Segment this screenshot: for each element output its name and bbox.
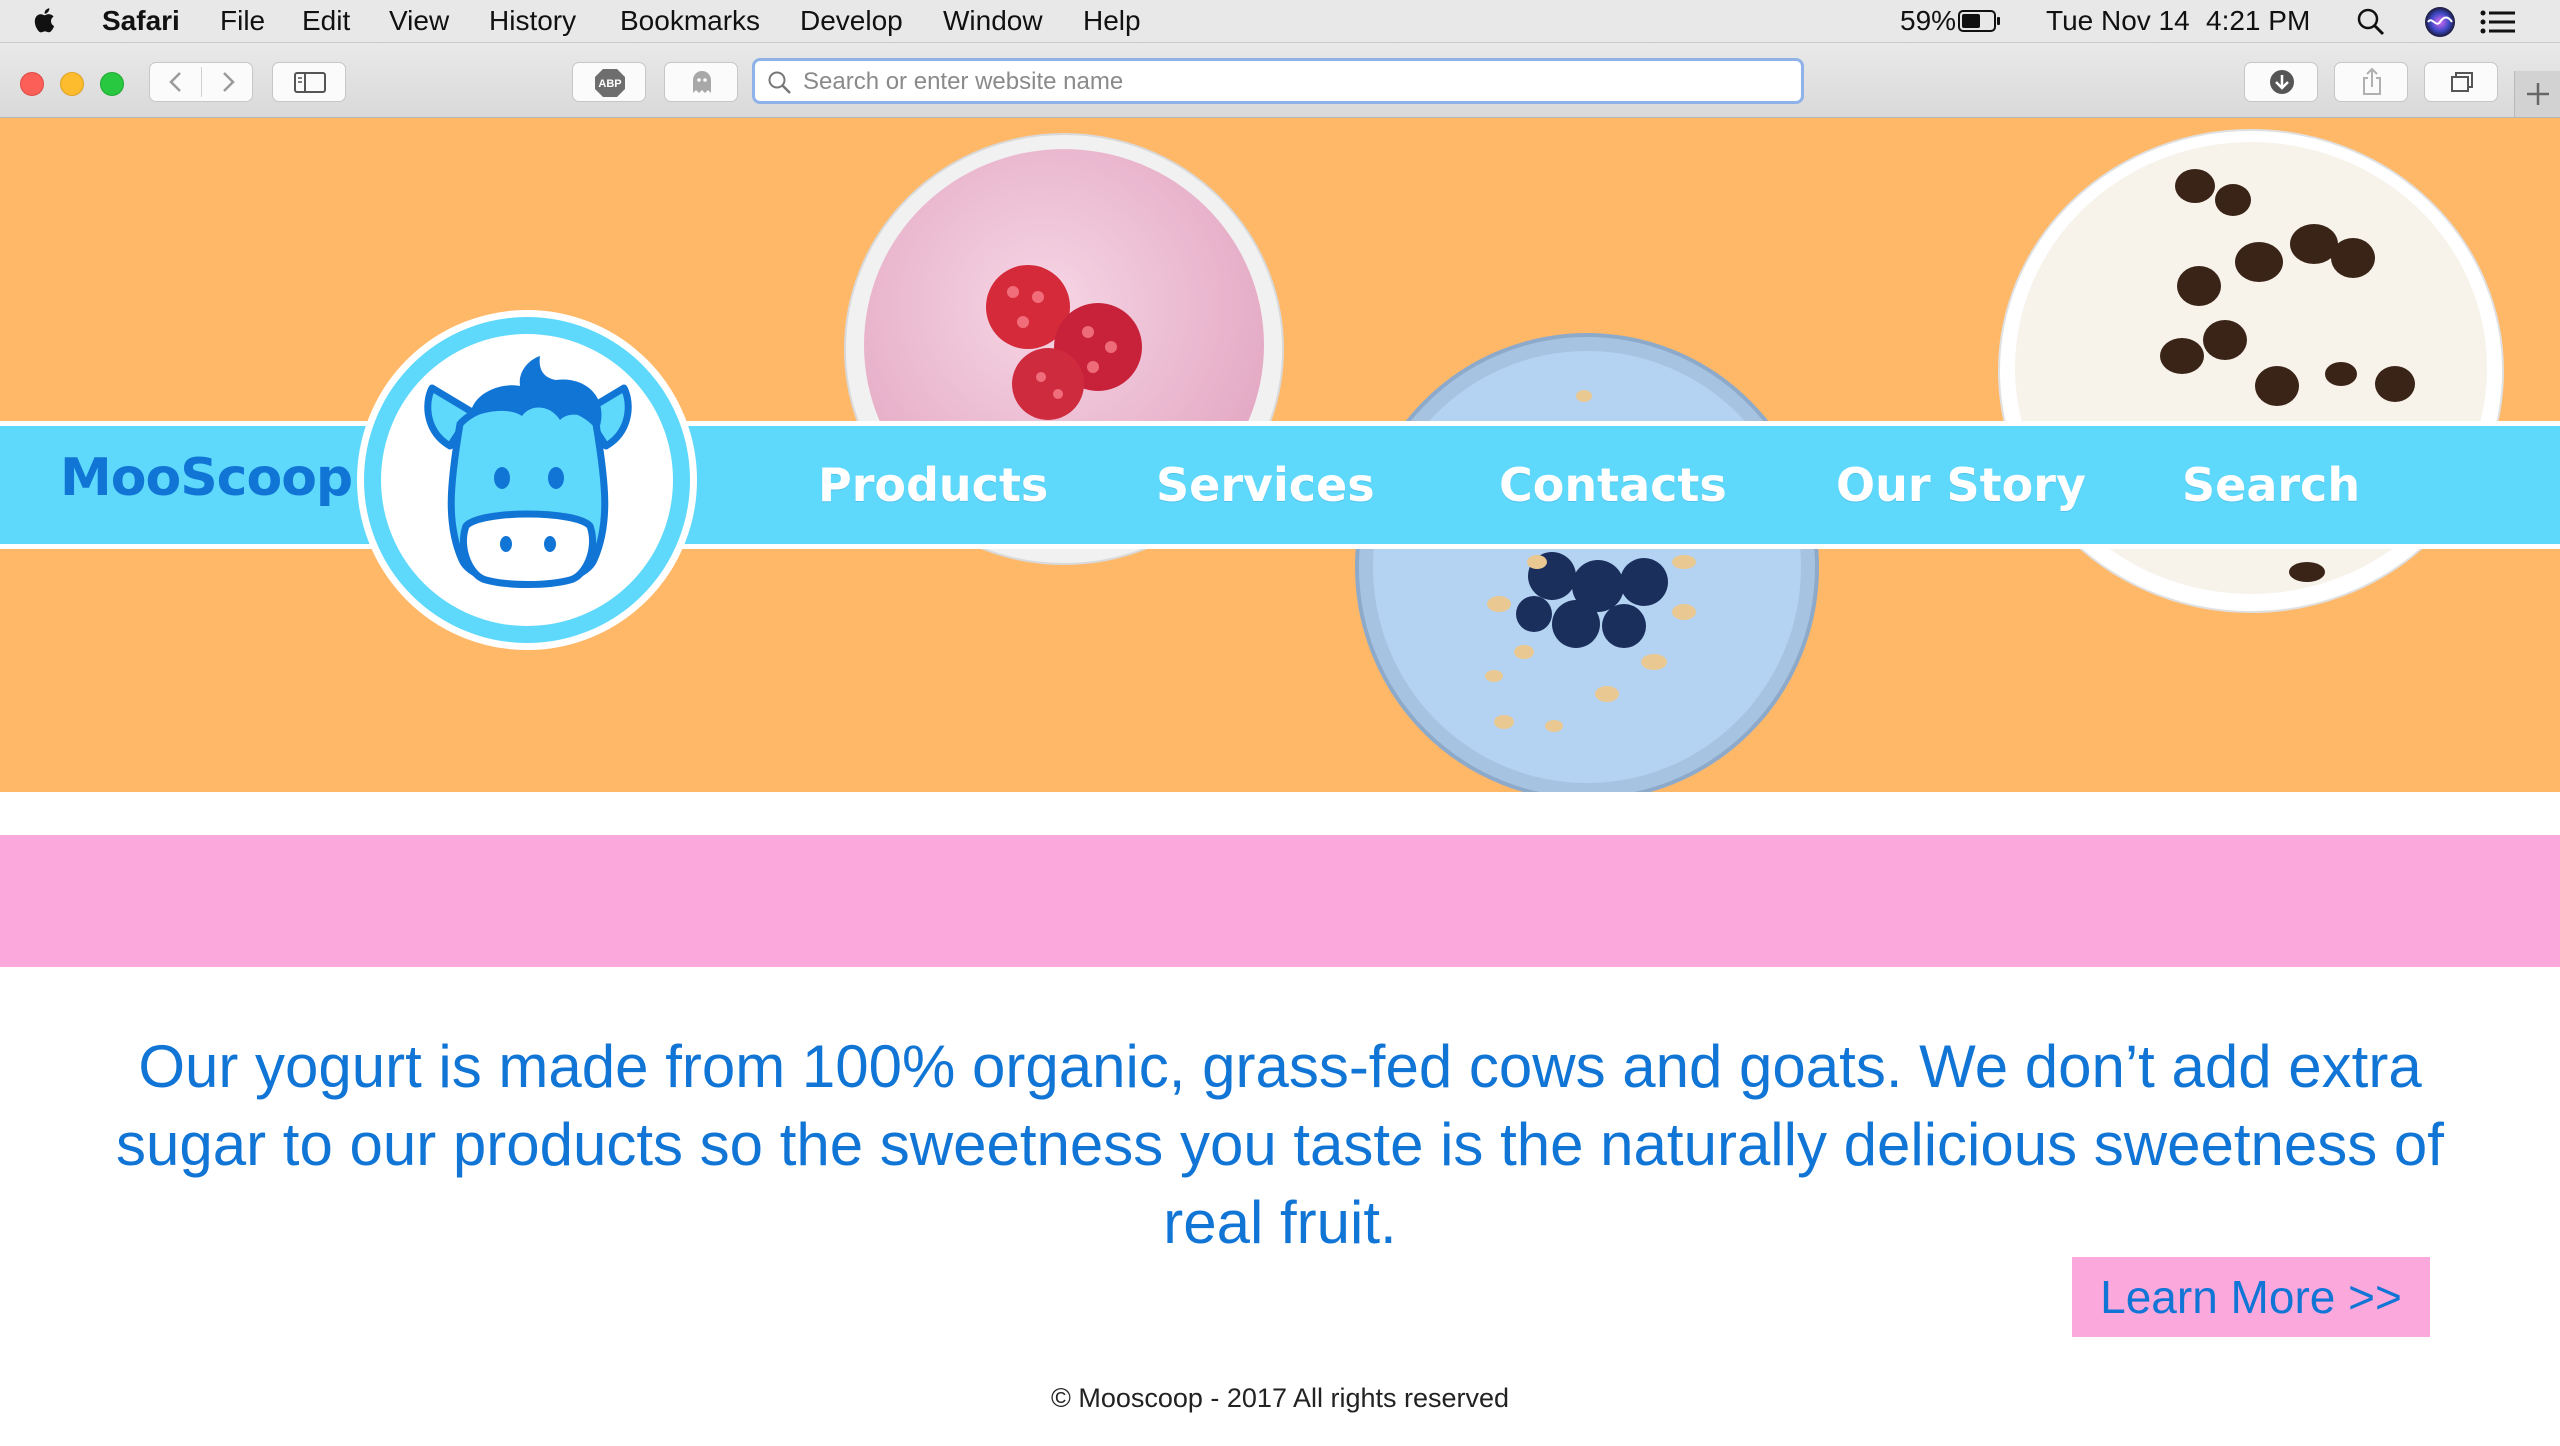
search-icon [768, 71, 791, 94]
menu-history[interactable]: History [489, 5, 576, 37]
back-icon[interactable] [150, 63, 202, 101]
sidebar-icon [294, 72, 326, 93]
menu-app-name[interactable]: Safari [102, 5, 180, 37]
apple-logo-icon[interactable] [34, 5, 58, 35]
notification-center-icon[interactable] [2480, 9, 2516, 35]
downloads-button[interactable] [2244, 62, 2318, 102]
siri-icon[interactable] [2424, 6, 2456, 38]
menu-view[interactable]: View [389, 5, 449, 37]
footer-copyright: © Mooscoop - 2017 All rights reserved [1050, 1383, 1510, 1413]
plus-icon [2527, 83, 2549, 105]
menu-window[interactable]: Window [943, 5, 1043, 37]
spotlight-search-icon[interactable] [2356, 7, 2386, 37]
adblock-button[interactable]: ABP [572, 62, 646, 102]
ghostery-button[interactable] [664, 62, 738, 102]
blueberry-yogurt-image [1355, 333, 1819, 792]
battery-icon[interactable] [1958, 9, 2002, 33]
nav-products[interactable]: Products [818, 458, 1048, 512]
sidebar-button[interactable] [272, 62, 346, 102]
nav-services[interactable]: Services [1156, 458, 1375, 512]
battery-percent: 59% [1900, 5, 1957, 36]
adblock-icon: ABP [595, 69, 625, 97]
forward-icon[interactable] [202, 63, 254, 101]
hero-banner: MooScoop Products Services Contacts Our … [0, 118, 2560, 792]
tagline-text: Our yogurt is made from 100% organic, gr… [116, 1033, 2444, 1256]
menu-edit[interactable]: Edit [302, 5, 350, 37]
url-input[interactable] [801, 61, 1785, 103]
download-icon [2270, 70, 2294, 94]
svg-text:ABP: ABP [598, 78, 621, 90]
back-forward-group [149, 62, 253, 102]
menu-develop[interactable]: Develop [800, 5, 903, 37]
address-bar[interactable] [752, 58, 1804, 104]
new-tab-button[interactable] [2514, 71, 2560, 117]
menu-time[interactable]: 4:21 PM [2206, 5, 2310, 37]
zoom-window-button[interactable] [100, 72, 124, 96]
minimize-window-button[interactable] [60, 72, 84, 96]
menu-bookmarks[interactable]: Bookmarks [620, 5, 760, 37]
nav-contacts[interactable]: Contacts [1499, 458, 1727, 512]
ghost-icon [693, 71, 711, 93]
tabs-overview-button[interactable] [2424, 62, 2498, 102]
brand-wordmark[interactable]: MooScoop [60, 448, 353, 508]
learn-more-button[interactable]: Learn More >> [2072, 1257, 2430, 1337]
menu-date[interactable]: Tue Nov 14 [2046, 5, 2190, 37]
pink-divider-band [0, 835, 2560, 967]
menu-help[interactable]: Help [1083, 5, 1141, 37]
nav-our-story[interactable]: Our Story [1836, 458, 2086, 512]
share-button[interactable] [2334, 62, 2408, 102]
browser-toolbar: ABP [0, 43, 2560, 118]
close-window-button[interactable] [20, 72, 44, 96]
tabs-icon [2451, 72, 2473, 92]
menu-file[interactable]: File [220, 5, 265, 37]
menu-bar: Safari File Edit View History Bookmarks … [0, 0, 2560, 43]
share-icon [2363, 67, 2381, 95]
cow-mascot-icon[interactable] [410, 354, 646, 610]
nav-search[interactable]: Search [2182, 458, 2360, 512]
